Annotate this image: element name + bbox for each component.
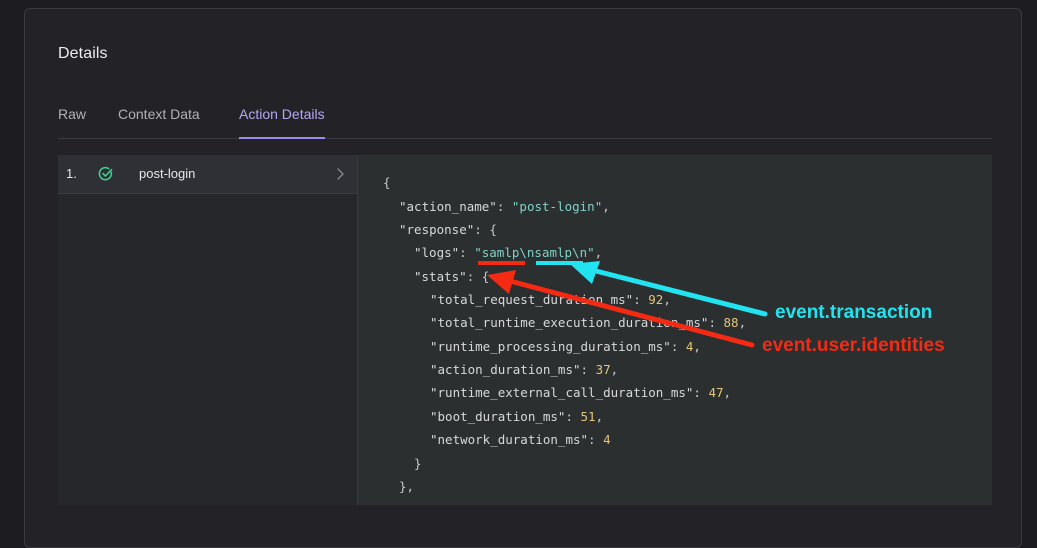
tab-action-details[interactable]: Action Details bbox=[239, 105, 325, 139]
code-line-response: "response": { bbox=[399, 222, 497, 237]
stats-key: "stats" bbox=[414, 269, 467, 284]
code-close-stats: } bbox=[414, 456, 422, 471]
code-line-stat: "runtime_processing_duration_ms": 4, bbox=[430, 339, 701, 354]
code-line-logs: "logs": "samlp\nsamlp\n", bbox=[414, 245, 603, 260]
code-viewer[interactable]: { "action_name": "post-login", "response… bbox=[357, 155, 992, 505]
stat-key: "network_duration_ms" bbox=[430, 432, 589, 447]
open-brace: { bbox=[383, 175, 391, 190]
details-card: Details Raw Context Data Action Details … bbox=[24, 8, 1022, 548]
action-item-post-login[interactable]: 1. post-login bbox=[58, 155, 357, 194]
stat-key: "total_request_duration_ms" bbox=[430, 292, 634, 307]
stat-key: "action_duration_ms" bbox=[430, 362, 581, 377]
check-circle-icon bbox=[98, 166, 113, 181]
code-line-action-name: "action_name": "post-login", bbox=[399, 199, 610, 214]
stat-key: "runtime_external_call_duration_ms" bbox=[430, 385, 694, 400]
stat-value: 4 bbox=[603, 432, 611, 447]
code-close-response: }, bbox=[399, 479, 415, 494]
stat-value: 47 bbox=[708, 385, 724, 400]
code-line-stat: "boot_duration_ms": 51, bbox=[430, 409, 604, 424]
stat-value: 51 bbox=[580, 409, 596, 424]
action-name: post-login bbox=[139, 166, 196, 181]
stat-key: "boot_duration_ms" bbox=[430, 409, 566, 424]
stat-value: 37 bbox=[595, 362, 611, 377]
tab-raw[interactable]: Raw bbox=[58, 105, 86, 137]
stat-key: "runtime_processing_duration_ms" bbox=[430, 339, 671, 354]
response-key: "response" bbox=[399, 222, 475, 237]
logs-key: "logs" bbox=[414, 245, 460, 260]
identities-annotation-label: event.user.identities bbox=[762, 335, 945, 356]
action-name-key: "action_name" bbox=[399, 199, 497, 214]
code-open-brace: { bbox=[383, 175, 391, 191]
action-list: 1. post-login bbox=[58, 155, 357, 505]
code-line-stat: "total_request_duration_ms": 92, bbox=[430, 292, 671, 307]
action-name-value: "post-login" bbox=[511, 199, 603, 214]
action-number: 1. bbox=[66, 166, 77, 181]
code-line-stats: "stats": { bbox=[414, 269, 490, 284]
stat-value: 92 bbox=[648, 292, 664, 307]
details-title: Details bbox=[58, 45, 108, 62]
chevron-right-icon bbox=[337, 168, 344, 180]
tab-bar: Raw Context Data Action Details bbox=[58, 105, 992, 139]
code-line-stat: "total_runtime_execution_duration_ms": 8… bbox=[430, 315, 747, 330]
code-line-stat: "runtime_external_call_duration_ms": 47, bbox=[430, 385, 732, 400]
logs-value: "samlp\nsamlp\n" bbox=[474, 245, 595, 260]
code-line-stat: "network_duration_ms": 4 bbox=[430, 432, 611, 447]
transaction-annotation-label: event.transaction bbox=[775, 302, 933, 323]
stat-value: 88 bbox=[723, 315, 739, 330]
tab-context-data[interactable]: Context Data bbox=[118, 105, 200, 137]
code-line-stat: "action_duration_ms": 37, bbox=[430, 362, 619, 377]
stat-key: "total_runtime_execution_duration_ms" bbox=[430, 315, 709, 330]
